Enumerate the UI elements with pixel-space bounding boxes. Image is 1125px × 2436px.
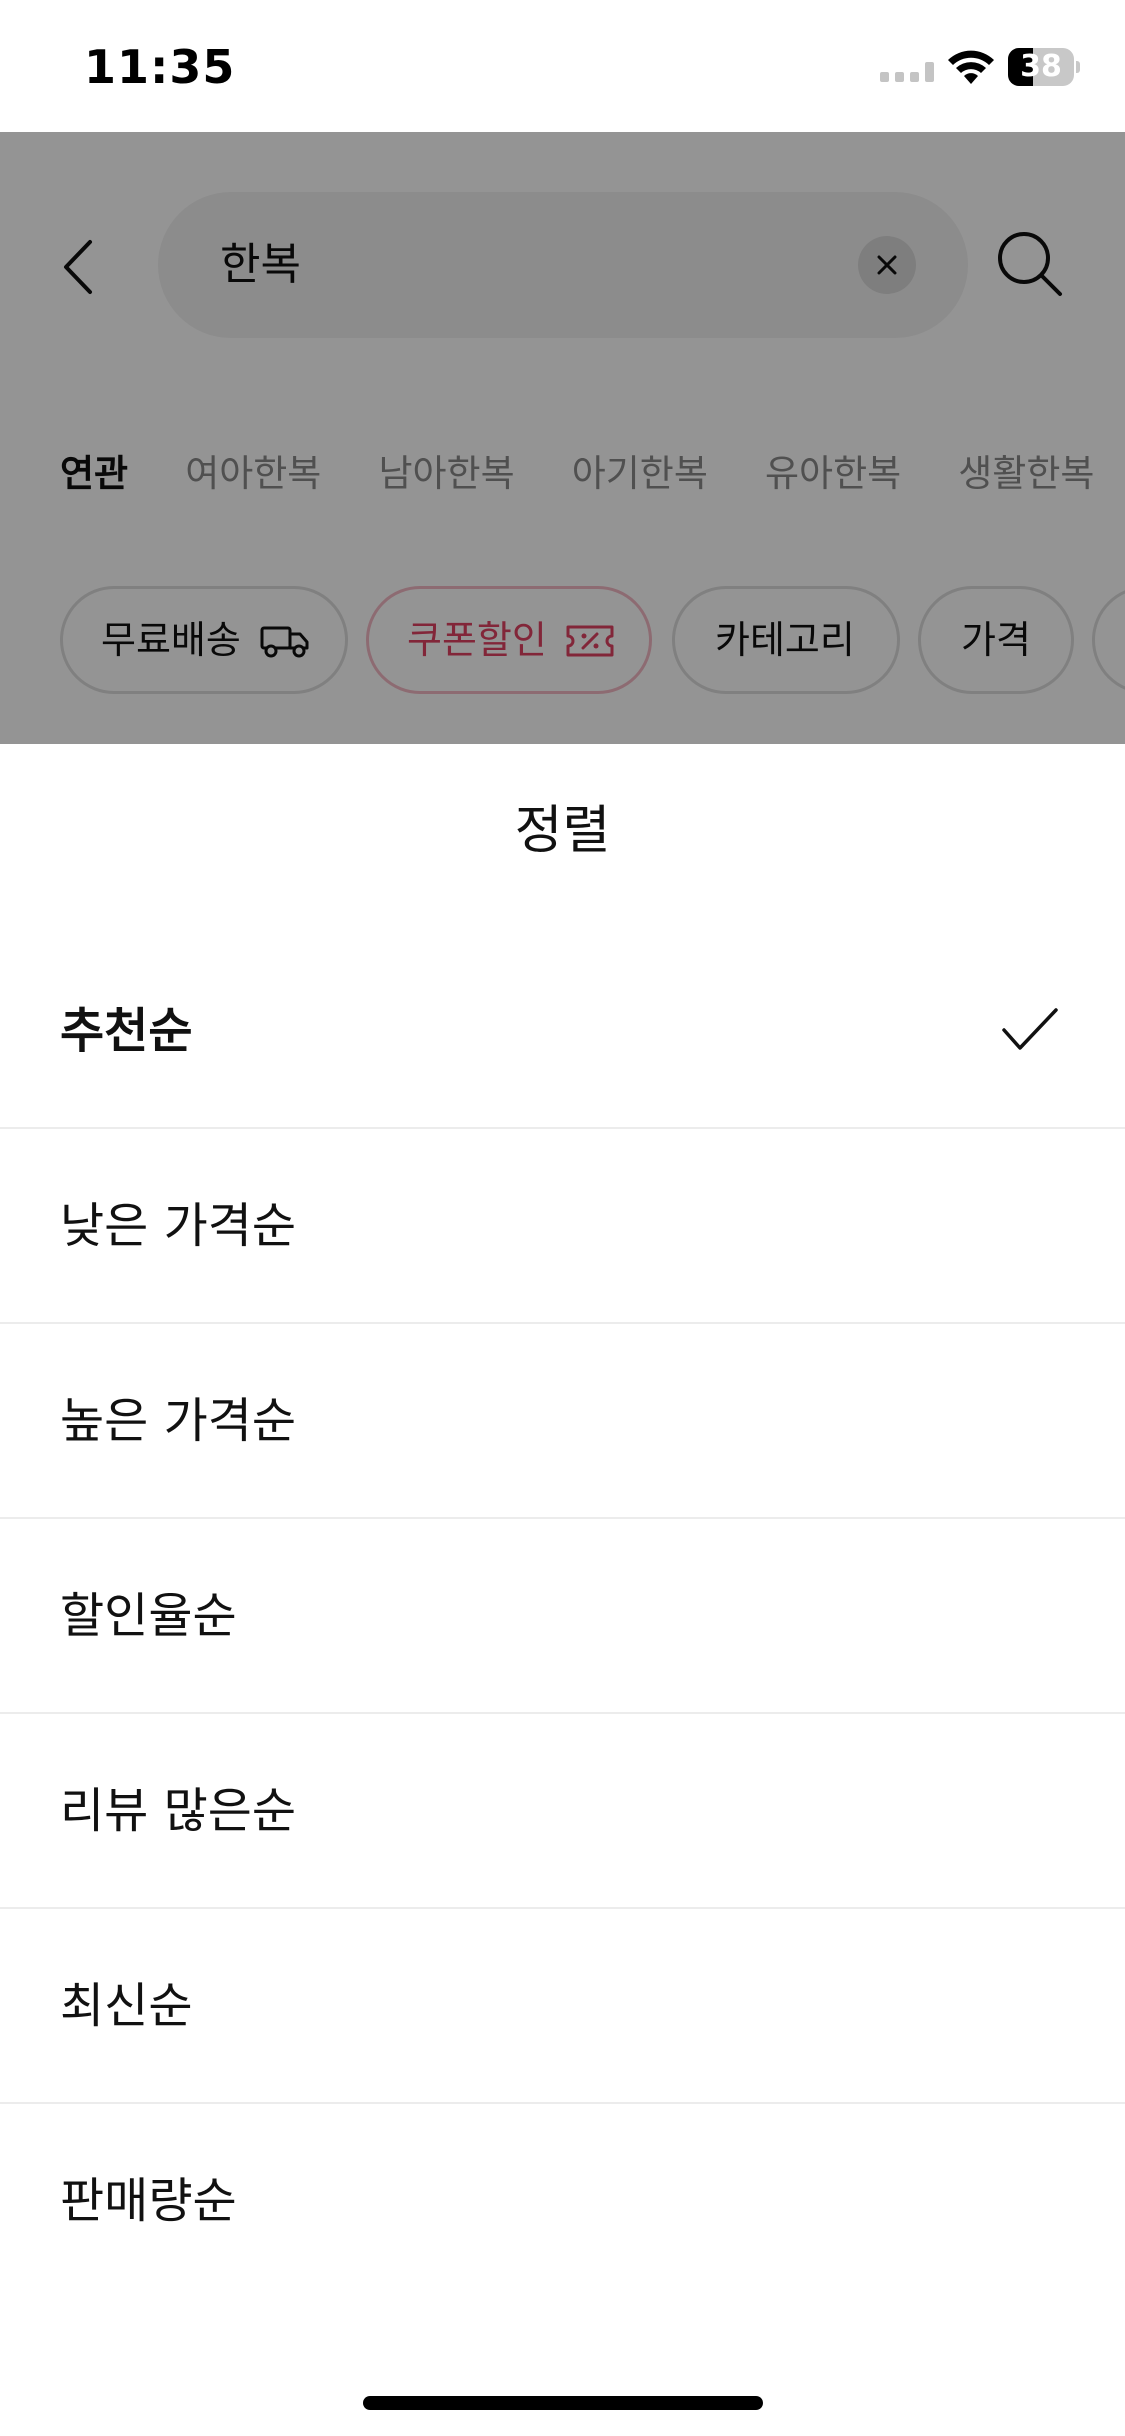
sort-option-newest[interactable]: 최신순	[0, 1909, 1125, 2104]
cellular-signal-icon	[880, 62, 934, 82]
sort-option-label: 추천순	[60, 1003, 193, 1059]
sort-option-label: 할인율순	[60, 1588, 237, 1644]
sort-bottom-sheet: 정렬 추천순 낮은 가격순 높은 가격순 할인율순 리뷰 많은순 최신순 판매량…	[0, 744, 1125, 2436]
battery-icon: 38	[1008, 48, 1080, 86]
sort-option-label: 높은 가격순	[60, 1393, 297, 1449]
home-indicator[interactable]	[363, 2396, 763, 2410]
sort-option-most-reviews[interactable]: 리뷰 많은순	[0, 1714, 1125, 1909]
sort-option-label: 낮은 가격순	[60, 1198, 297, 1254]
sort-option-recommended[interactable]: 추천순	[0, 934, 1125, 1129]
modal-backdrop[interactable]	[0, 132, 1125, 744]
sort-option-label: 리뷰 많은순	[60, 1783, 297, 1839]
sheet-title: 정렬	[514, 801, 611, 861]
sort-options-list: 추천순 낮은 가격순 높은 가격순 할인율순 리뷰 많은순 최신순 판매량순	[0, 934, 1125, 2299]
status-time: 11:35	[84, 40, 236, 94]
sort-option-best-selling[interactable]: 판매량순	[0, 2104, 1125, 2299]
sort-option-label: 판매량순	[60, 2173, 237, 2229]
checkmark-icon	[1002, 1008, 1058, 1050]
sort-option-low-price[interactable]: 낮은 가격순	[0, 1129, 1125, 1324]
sort-option-high-price[interactable]: 높은 가격순	[0, 1324, 1125, 1519]
battery-level: 38	[1020, 49, 1062, 84]
wifi-icon	[948, 50, 994, 84]
sort-option-label: 최신순	[60, 1978, 193, 2034]
sort-option-discount-rate[interactable]: 할인율순	[0, 1519, 1125, 1714]
status-bar: 11:35 38	[0, 0, 1125, 132]
